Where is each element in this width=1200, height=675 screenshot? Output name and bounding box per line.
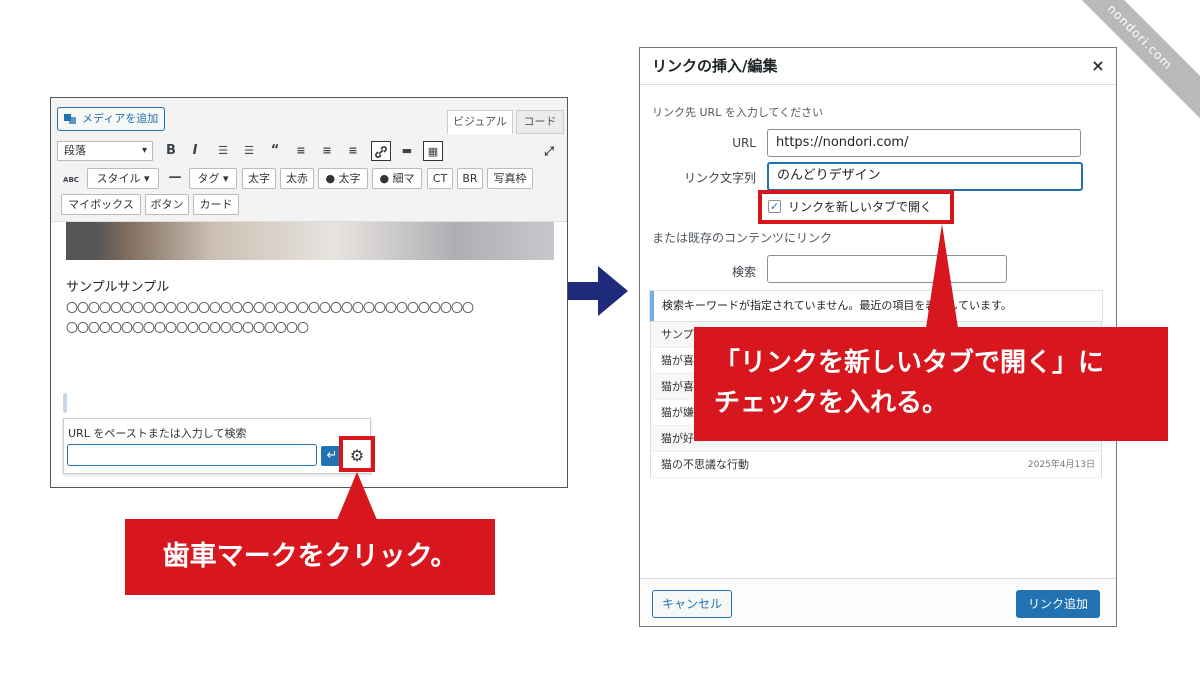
list-item[interactable]: 猫の不思議な行動 2025年4月13日 [651, 452, 1101, 478]
media-icon [64, 114, 76, 124]
callout-pointer-left [337, 472, 377, 520]
tab-visual[interactable]: ビジュアル [447, 110, 513, 134]
classic-editor: メディアを追加 ビジュアル コード 段落 B I ☰ ☰ “ ≡ ≡ ≡ ▬ ▦… [50, 97, 568, 488]
link-text-input[interactable]: のんどりデザイン [767, 162, 1083, 191]
add-link-button[interactable]: リンク追加 [1016, 590, 1100, 618]
add-media-label: メディアを追加 [82, 112, 159, 125]
align-right-icon[interactable]: ≡ [343, 141, 363, 161]
link-icon[interactable] [371, 141, 391, 161]
btn-br[interactable]: BR [457, 168, 483, 189]
right-arrow-icon [568, 266, 628, 316]
circles-line-2: 〇〇〇〇〇〇〇〇〇〇〇〇〇〇〇〇〇〇〇〇〇〇 [66, 321, 309, 335]
user-icon: ● [379, 172, 390, 185]
existing-content-label: または既存のコンテンツにリンク [652, 231, 833, 245]
text-cursor [63, 393, 67, 413]
numbered-list-icon[interactable]: ☰ [239, 141, 259, 161]
sample-text: サンプルサンプル [66, 280, 170, 295]
callout-pointer-right [926, 224, 958, 328]
link-chain-icon [375, 146, 387, 158]
search-input[interactable] [767, 255, 1007, 283]
fullscreen-icon[interactable]: ⤢ [539, 141, 559, 161]
link-popup-label: URL をペーストまたは入力して検索 [68, 427, 247, 440]
checkbox-highlight [758, 190, 954, 224]
btn-ct[interactable]: CT [427, 168, 453, 189]
dialog-title: リンクの挿入/編集 [640, 48, 1116, 85]
btn-photo-frame[interactable]: 写真枠 [487, 168, 533, 189]
url-input[interactable]: https://nondori.com/ [767, 129, 1081, 157]
btn-user-bold[interactable]: ● 太字 [318, 168, 368, 189]
toolbar-toggle-icon[interactable]: ▦ [423, 141, 443, 161]
callout-right-line-2: チェックを入れる。 [714, 388, 949, 418]
user-icon: ● [325, 172, 336, 185]
btn-button[interactable]: ボタン [145, 194, 189, 215]
btn-my-box[interactable]: マイボックス [61, 194, 141, 215]
callout-left: 歯車マークをクリック。 [125, 519, 495, 595]
add-media-button[interactable]: メディアを追加 [57, 107, 165, 131]
style-select[interactable]: スタイル ▾ [87, 168, 159, 189]
cancel-button[interactable]: キャンセル [652, 590, 732, 618]
align-center-icon[interactable]: ≡ [317, 141, 337, 161]
btn-card[interactable]: カード [193, 194, 239, 215]
circles-text: 〇〇〇〇〇〇〇〇〇〇〇〇〇〇〇〇〇〇〇〇〇〇〇〇〇〇〇〇〇〇〇〇〇〇〇〇〇 〇〇… [66, 298, 554, 338]
close-icon[interactable]: × [1086, 54, 1110, 78]
read-more-icon[interactable]: ▬ [397, 141, 417, 161]
inline-link-popup: URL をペーストまたは入力して検索 ↵ ⚙ [63, 418, 371, 474]
tab-code[interactable]: コード [516, 110, 564, 134]
search-notice: 検索キーワードが指定されていません。最近の項目を表示しています。 [650, 291, 1102, 321]
btn-bold-red[interactable]: 太赤 [280, 168, 314, 189]
gear-highlight [339, 436, 375, 472]
dialog-intro: リンク先 URL を入力してください [652, 106, 824, 119]
search-label: 検索 [731, 265, 756, 279]
link-url-input[interactable] [67, 444, 317, 466]
enter-icon: ↵ [326, 448, 338, 463]
tag-select[interactable]: タグ ▾ [189, 168, 237, 189]
blockquote-icon[interactable]: “ [265, 141, 285, 161]
btn-user-thin[interactable]: ● 細マ [372, 168, 422, 189]
italic-icon[interactable]: I [185, 141, 205, 161]
format-select[interactable]: 段落 [57, 141, 153, 161]
bullet-list-icon[interactable]: ☰ [213, 141, 233, 161]
link-text-label: リンク文字列 [683, 171, 756, 185]
align-left-icon[interactable]: ≡ [291, 141, 311, 161]
url-label: URL [732, 136, 756, 150]
callout-right-line-1: 「リンクを新しいタブで開く」に [714, 348, 1105, 378]
hr-icon[interactable]: — [165, 168, 185, 188]
callout-right: 「リンクを新しいタブで開く」に チェックを入れる。 [694, 327, 1168, 441]
cat-photo [66, 222, 554, 260]
circles-line-1: 〇〇〇〇〇〇〇〇〇〇〇〇〇〇〇〇〇〇〇〇〇〇〇〇〇〇〇〇〇〇〇〇〇〇〇〇〇 [66, 301, 474, 315]
strikethrough-icon[interactable]: ABC [61, 170, 81, 190]
bold-icon[interactable]: B [161, 141, 181, 161]
btn-bold-text[interactable]: 太字 [242, 168, 276, 189]
